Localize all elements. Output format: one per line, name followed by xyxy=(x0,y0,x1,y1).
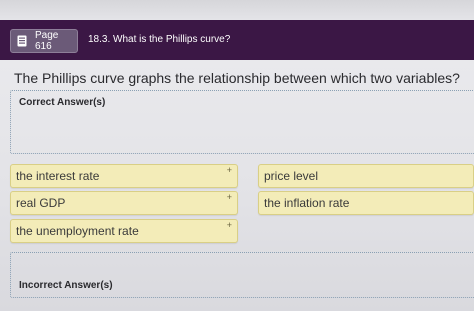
top-background-strip xyxy=(0,0,474,20)
incorrect-answers-dropzone[interactable]: Incorrect Answer(s) xyxy=(10,252,474,298)
plus-icon: + xyxy=(226,165,232,175)
plus-icon: + xyxy=(226,192,232,202)
chip-label: real GDP xyxy=(16,196,66,210)
answer-chip-unemployment-rate[interactable]: the unemployment rate + xyxy=(10,219,238,243)
plus-icon: + xyxy=(226,220,232,230)
answer-chip-inflation-rate[interactable]: the inflation rate xyxy=(258,191,474,215)
section-title: 18.3. What is the Phillips curve? xyxy=(88,34,231,45)
chip-label: price level xyxy=(264,169,319,183)
chip-label: the interest rate xyxy=(16,169,100,183)
book-icon xyxy=(17,35,27,47)
correct-answers-label: Correct Answer(s) xyxy=(19,97,106,108)
answer-chip-interest-rate[interactable]: the interest rate + xyxy=(10,164,238,188)
answer-chip-real-gdp[interactable]: real GDP + xyxy=(10,191,238,215)
chip-label: the inflation rate xyxy=(264,196,350,210)
question-text: The Phillips curve graphs the relationsh… xyxy=(14,70,460,86)
page-button[interactable]: Page 616 xyxy=(10,29,78,53)
correct-answers-dropzone[interactable]: Correct Answer(s) xyxy=(10,90,474,154)
page-label: Page 616 xyxy=(35,30,59,52)
answer-chip-price-level[interactable]: price level xyxy=(258,164,474,188)
chip-label: the unemployment rate xyxy=(16,224,139,238)
incorrect-answers-label: Incorrect Answer(s) xyxy=(19,280,113,291)
